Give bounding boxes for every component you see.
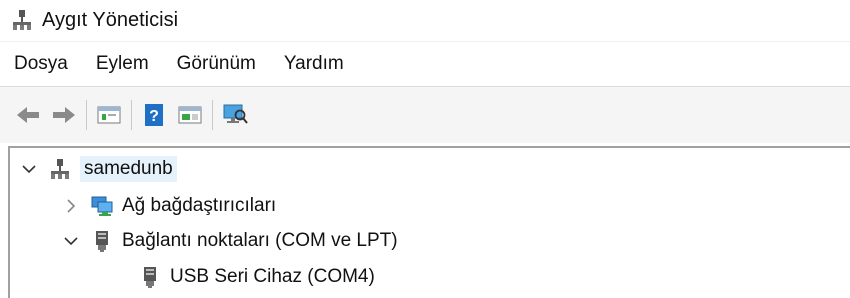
menu-bar: Dosya Eylem Görünüm Yardım [0,41,850,86]
properties-view-button[interactable] [95,101,123,129]
title-bar: Aygıt Yöneticisi [0,0,850,40]
forward-button[interactable] [50,101,78,129]
chevron-right-icon[interactable] [62,197,80,215]
help-button[interactable]: ? [140,101,168,129]
toolbar-separator [212,100,213,130]
update-driver-icon [178,106,202,124]
computer-network-icon [51,159,69,179]
help-icon: ? [145,104,163,126]
forward-icon [53,107,75,123]
toolbar-separator [131,100,132,130]
tree-root-label[interactable]: samedunb [80,156,177,182]
properties-view-icon [97,106,121,124]
toolbar: ? [0,86,850,143]
menu-eylem[interactable]: Eylem [84,53,165,75]
tree-node-label: Ağ bağdaştırıcıları [122,195,277,216]
scan-hardware-button[interactable] [221,101,249,129]
menu-yardim[interactable]: Yardım [272,53,360,75]
network-adapter-icon [91,196,113,216]
svg-text:?: ? [149,108,159,125]
tree-node-label: Bağlantı noktaları (COM ve LPT) [122,230,398,251]
chevron-down-icon[interactable] [20,160,38,178]
menu-dosya[interactable]: Dosya [0,53,84,75]
window-title: Aygıt Yöneticisi [42,8,179,31]
back-button[interactable] [14,101,42,129]
device-tree[interactable]: samedunb Ağ bağdaştırıcıları Bağlantı no… [8,146,850,298]
back-icon [17,107,39,123]
port-icon [96,231,108,252]
tree-root-node[interactable]: samedunb [20,152,177,186]
chevron-down-icon[interactable] [62,232,80,250]
tree-node-network-adapters[interactable]: Ağ bağdaştırıcıları [62,189,276,223]
usb-serial-icon [144,267,156,288]
menu-gorunum[interactable]: Görünüm [165,53,272,75]
tree-node-usb-serial[interactable]: USB Seri Cihaz (COM4) [110,260,375,294]
tree-node-ports[interactable]: Bağlantı noktaları (COM ve LPT) [62,224,398,258]
tree-node-label: USB Seri Cihaz (COM4) [170,266,375,287]
toolbar-separator [86,100,87,130]
update-driver-button[interactable] [176,101,204,129]
scan-hardware-icon [223,104,248,124]
device-manager-icon [13,10,31,30]
